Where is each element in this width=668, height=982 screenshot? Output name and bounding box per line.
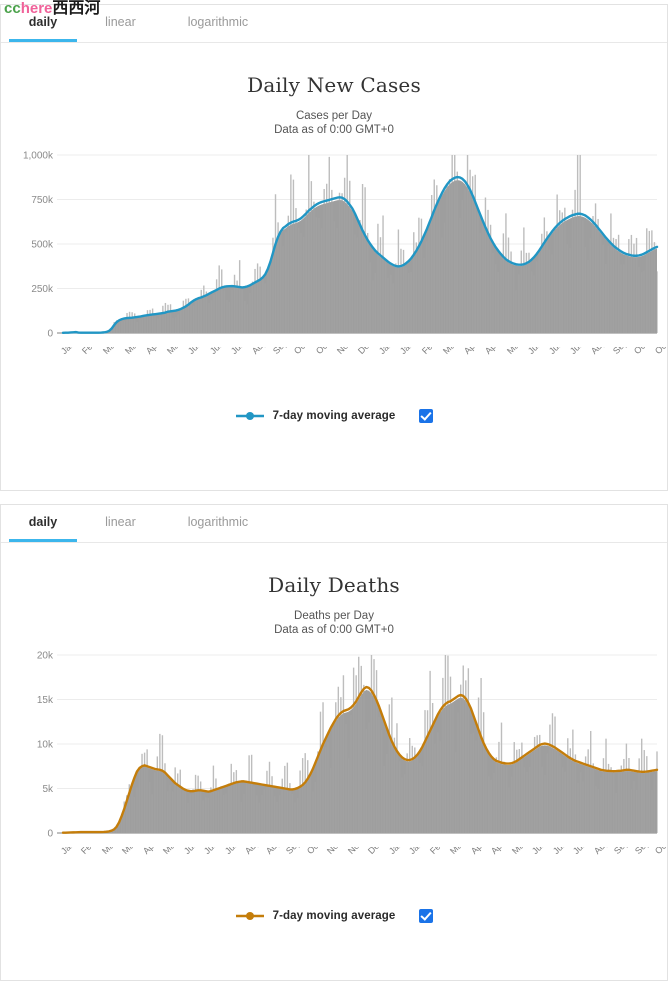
panel-daily-deaths: daily linear logarithmic Daily Deaths De… (0, 504, 668, 981)
site-watermark: cchere西西河 (4, 0, 100, 18)
watermark-here: here (20, 0, 53, 17)
page-root: cchere西西河 daily linear logarithmic Daily… (0, 0, 668, 982)
chart-svg-deaths: 0 5k 10k 15k 20k (37, 651, 659, 840)
chart-subtitle-line2-cases: Data as of 0:00 GMT+0 (274, 124, 394, 136)
svg-text:0: 0 (47, 329, 53, 340)
svg-text:500k: 500k (31, 240, 54, 251)
tab-logarithmic-deaths[interactable]: logarithmic (164, 505, 272, 541)
x-axis-tick-label: Oct 21, 2021 (653, 847, 667, 856)
svg-text:0: 0 (47, 829, 53, 840)
legend-checkbox-cases[interactable] (419, 409, 434, 423)
svg-text:20k: 20k (37, 651, 54, 662)
svg-text:15k: 15k (37, 695, 54, 706)
watermark-cc: cc (4, 0, 21, 17)
chart-subtitle-deaths: Deaths per Day Data as of 0:00 GMT+0 (1, 609, 667, 637)
chart-svg-cases: 0 250k 500k 750k 1,000k (23, 151, 659, 340)
plot-area-deaths: 0 5k 10k 15k 20k (1, 647, 667, 847)
chart-subtitle-line2-deaths: Data as of 0:00 GMT+0 (274, 624, 394, 636)
plot-area-cases: 0 250k 500k 750k 1,000k (1, 147, 667, 347)
x-axis-tick-label: Oct 27, 2021 (653, 347, 667, 356)
tabbar-deaths: daily linear logarithmic (1, 505, 667, 543)
svg-text:10k: 10k (37, 740, 54, 751)
svg-text:250k: 250k (31, 284, 54, 295)
tab-linear-deaths[interactable]: linear (81, 505, 159, 541)
svg-text:5k: 5k (42, 784, 54, 795)
chart-subtitle-cases: Cases per Day Data as of 0:00 GMT+0 (1, 109, 667, 137)
tabbar-cases: daily linear logarithmic (1, 5, 667, 43)
watermark-site: 西西河 (52, 0, 101, 17)
legend-label-cases: 7-day moving average (272, 410, 396, 422)
tab-logarithmic-cases[interactable]: logarithmic (164, 5, 272, 41)
legend-cases: 7-day moving average (1, 409, 667, 423)
panel-daily-new-cases: daily linear logarithmic Daily New Cases… (0, 4, 668, 491)
legend-checkbox-deaths[interactable] (419, 909, 434, 923)
legend-line-marker-deaths (235, 912, 264, 920)
x-axis-labels-cases: Jan 22, 2020Feb 14, 2020Mar 08, 2020Mar … (1, 347, 667, 399)
legend-label-deaths: 7-day moving average (272, 910, 396, 922)
legend-line-marker-cases (235, 412, 264, 420)
x-axis-labels-deaths: Jan 22, 2Feb 13, 2020Mar 06, 2020Mar 28,… (1, 847, 667, 899)
chart-title-deaths: Daily Deaths (268, 573, 400, 597)
legend-deaths: 7-day moving average (1, 909, 667, 923)
tab-daily-deaths[interactable]: daily (9, 505, 77, 542)
svg-text:1,000k: 1,000k (23, 151, 54, 162)
chart-title-cases: Daily New Cases (247, 73, 421, 97)
chart-subtitle-line1-cases: Cases per Day (295, 110, 373, 122)
svg-text:750k: 750k (31, 195, 54, 206)
chart-subtitle-line1-deaths: Deaths per Day (294, 610, 374, 622)
